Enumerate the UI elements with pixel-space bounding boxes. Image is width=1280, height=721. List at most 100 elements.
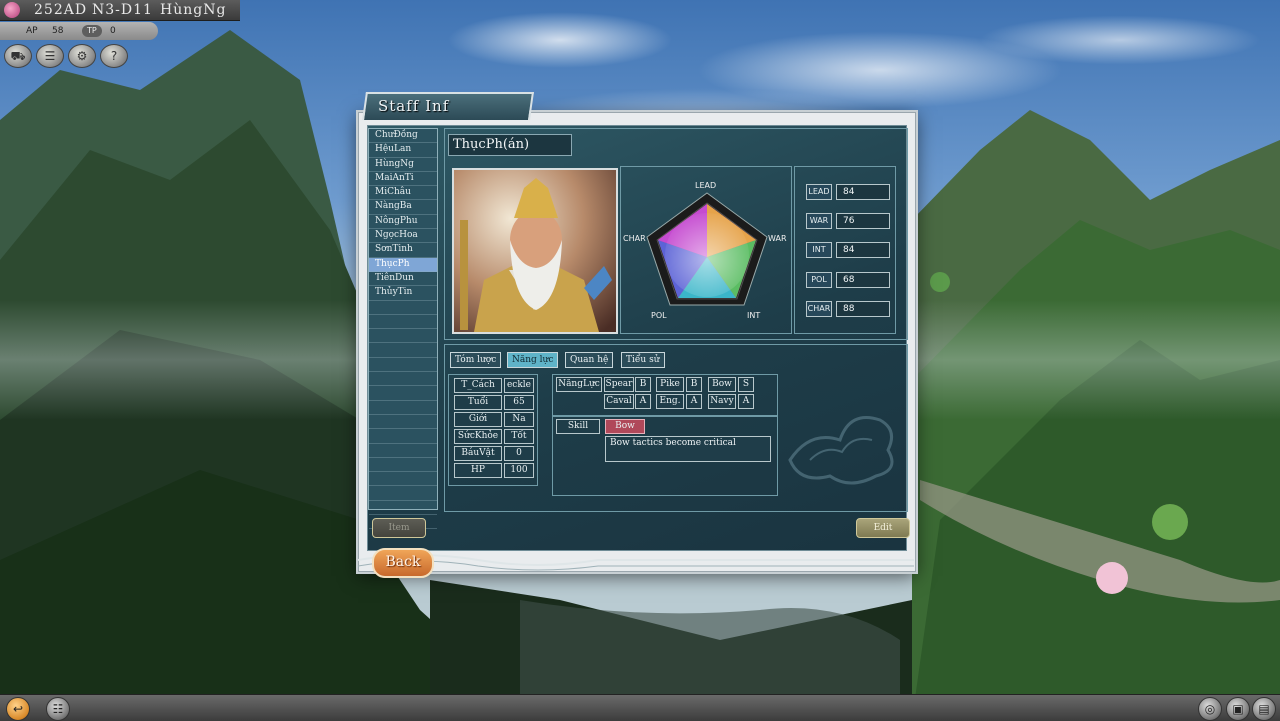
staff-item-selected[interactable]: ThụcPh xyxy=(369,257,437,272)
ability-name: Spear xyxy=(604,377,634,392)
ability-label: NăngLực xyxy=(556,377,602,392)
empty-row xyxy=(369,386,437,401)
stat-value: 88 xyxy=(836,301,890,317)
empty-row xyxy=(369,501,437,516)
ap-label: AP xyxy=(26,26,38,36)
panel-icon[interactable]: ▤ xyxy=(1252,697,1276,721)
empty-row xyxy=(369,415,437,430)
staff-item[interactable]: ChưĐồng xyxy=(369,129,437,144)
cart-icon[interactable]: ⛟ xyxy=(4,44,32,68)
info-value: Na xyxy=(504,412,534,427)
footer-ornament xyxy=(358,554,914,571)
stat-key: WAR xyxy=(806,213,832,229)
staff-list: ChưĐồng HệuLan HùngNg MaiAnTi MiChâu Nàn… xyxy=(368,128,438,530)
window-icon[interactable]: ▣ xyxy=(1226,697,1250,721)
edit-button[interactable]: Edit xyxy=(856,518,910,538)
info-value: Tốt xyxy=(504,429,534,444)
radar-label-lead: LEAD xyxy=(695,181,717,190)
empty-row xyxy=(369,401,437,415)
staff-item[interactable]: TiênDun xyxy=(369,272,437,287)
tab-summary[interactable]: Tóm lược xyxy=(450,352,502,368)
ability-name: Caval xyxy=(604,394,634,409)
current-location: N3-D11 xyxy=(92,2,153,18)
stat-value: 68 xyxy=(836,272,890,288)
radar-svg xyxy=(646,192,768,306)
radar-label-int: INT xyxy=(747,311,761,320)
empty-row xyxy=(369,486,437,501)
empty-row xyxy=(369,301,437,315)
tab-biography[interactable]: Tiểu sử xyxy=(621,352,665,368)
bottom-toolbar: ↩ ☷ ◎ ▣ ▤ xyxy=(0,694,1280,721)
tp-value: 0 xyxy=(110,26,116,36)
officer-portrait xyxy=(452,168,618,334)
stat-key: CHAR xyxy=(806,301,832,317)
empty-row xyxy=(369,358,437,373)
stat-key: INT xyxy=(806,242,832,258)
stat-value: 76 xyxy=(836,213,890,229)
info-value: 65 xyxy=(504,395,534,410)
game-date: 252AD xyxy=(34,2,88,18)
tp-label: TP xyxy=(82,25,102,37)
stat-value: 84 xyxy=(836,184,890,200)
empty-row xyxy=(369,315,437,330)
empty-row xyxy=(369,472,437,487)
info-key: BáuVật xyxy=(454,446,502,461)
action-points-bar: AP 58 TP 0 xyxy=(0,22,158,40)
staff-item[interactable]: SơnTinh xyxy=(369,243,437,258)
officer-name: ThụcPh(án) xyxy=(448,134,572,156)
back-button[interactable]: Back xyxy=(372,548,434,578)
empty-row xyxy=(369,444,437,458)
staff-item[interactable]: ThủyTin xyxy=(369,286,437,301)
staff-item[interactable]: MaiAnTi xyxy=(369,172,437,187)
info-key: Giới xyxy=(454,412,502,427)
staff-item[interactable]: HệuLan xyxy=(369,143,437,158)
help-icon[interactable]: ? xyxy=(100,44,128,68)
empty-row xyxy=(369,343,437,358)
ability-rank: B xyxy=(635,377,651,392)
staff-item[interactable]: NàngBa xyxy=(369,200,437,215)
stat-key: POL xyxy=(806,272,832,288)
empty-row xyxy=(369,329,437,344)
radar-label-pol: POL xyxy=(651,311,667,320)
portrait-image xyxy=(454,170,616,332)
info-value: 0 xyxy=(504,446,534,461)
info-value: eckle xyxy=(504,378,534,393)
list-icon[interactable]: ☰ xyxy=(36,44,64,68)
stat-value: 84 xyxy=(836,242,890,258)
top-status-bar: 252AD N3-D11 HùngNg xyxy=(0,0,240,21)
info-key: HP xyxy=(454,463,502,478)
ability-rank: A xyxy=(738,394,754,409)
ruler-name: HùngNg xyxy=(160,2,227,18)
ap-value: 58 xyxy=(52,26,64,36)
ability-name: Navy xyxy=(708,394,736,409)
item-button[interactable]: Item xyxy=(372,518,426,538)
staff-item[interactable]: NôngPhu xyxy=(369,215,437,230)
empty-row xyxy=(369,458,437,473)
radar-label-char: CHAR xyxy=(623,234,646,243)
menu-icon[interactable]: ☷ xyxy=(46,697,70,721)
ability-rank: A xyxy=(686,394,702,409)
staff-item[interactable]: HùngNg xyxy=(369,158,437,172)
tab-relations[interactable]: Quan hệ xyxy=(565,352,614,368)
stats-radar-chart: LEAD WAR INT POL CHAR xyxy=(620,166,792,334)
ability-name: Eng. xyxy=(656,394,684,409)
tab-abilities[interactable]: Năng lực xyxy=(507,352,559,368)
ability-rank: A xyxy=(635,394,651,409)
info-value: 100 xyxy=(504,463,534,478)
info-key: SứcKhỏe xyxy=(454,429,502,444)
ability-rank: B xyxy=(686,377,702,392)
skill-label: Skill xyxy=(556,419,600,434)
ability-name: Pike xyxy=(656,377,684,392)
skill-badge[interactable]: Bow xyxy=(605,419,645,434)
staff-item[interactable]: NgọcHoa xyxy=(369,229,437,244)
empty-row xyxy=(369,429,437,444)
view-icon[interactable]: ◎ xyxy=(1198,697,1222,721)
faction-seal-icon xyxy=(4,2,20,18)
stat-key: LEAD xyxy=(806,184,832,200)
gear-icon[interactable]: ⚙ xyxy=(68,44,96,68)
return-arrow-icon[interactable]: ↩ xyxy=(6,697,30,721)
dialog-title: Staff Inf xyxy=(378,97,450,115)
info-key: Tuổi xyxy=(454,395,502,410)
radar-label-war: WAR xyxy=(768,234,787,243)
staff-item[interactable]: MiChâu xyxy=(369,186,437,201)
